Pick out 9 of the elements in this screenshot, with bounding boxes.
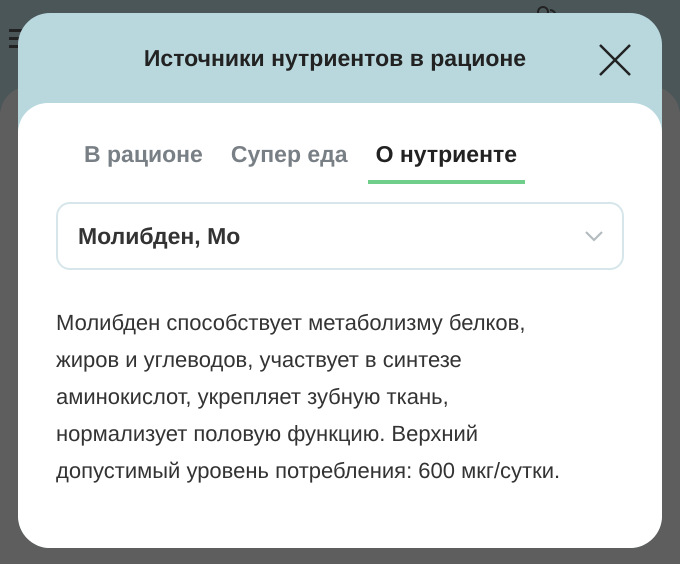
tab[interactable]: В рационе bbox=[76, 135, 211, 184]
nutrient-description: Молибден способствует метаболизму белков, жиров и углеводов, участвует в синтезе аминокислот, укрепляет зубную ткань, нормализует половую функцию. Верхний допустимый уровень потребления: 600 мкг/сутки. bbox=[56, 309, 562, 485]
tab[interactable]: О нутриенте bbox=[368, 135, 526, 184]
chevron-down-icon bbox=[584, 230, 604, 242]
dialog-title: Источники нутриентов в рационе bbox=[144, 44, 526, 72]
nutrient-select[interactable]: Молибден, Мо bbox=[56, 202, 624, 270]
close-button[interactable] bbox=[598, 43, 632, 77]
close-icon bbox=[598, 43, 632, 77]
tab[interactable]: Супер еда bbox=[222, 135, 356, 184]
